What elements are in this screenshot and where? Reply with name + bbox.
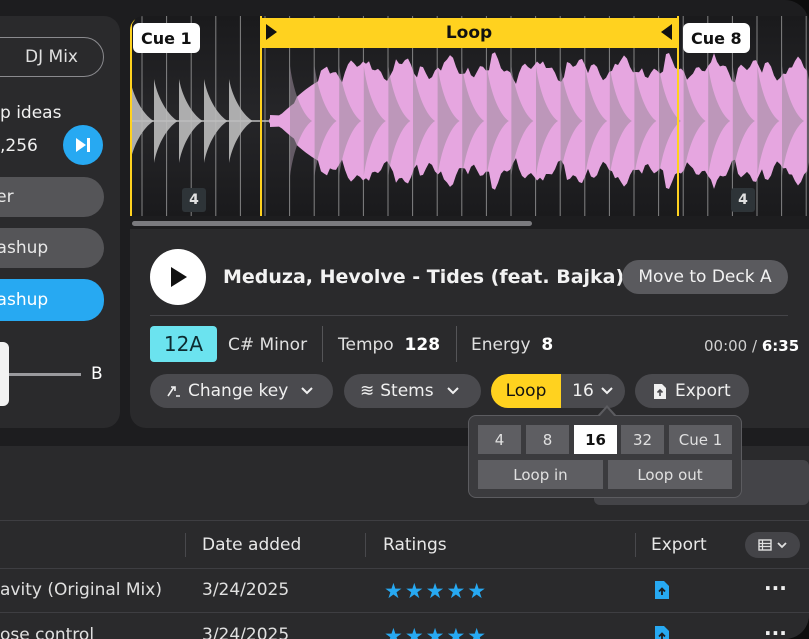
left-panel: DJ Mix p ideas ,256 ilter mashup mashup … bbox=[0, 16, 120, 428]
loop-size-value: 16 bbox=[572, 381, 594, 401]
column-separator bbox=[365, 533, 366, 557]
dj-mix-label: DJ Mix bbox=[25, 47, 78, 67]
chevron-down-icon bbox=[601, 387, 613, 395]
time-separator: / bbox=[747, 337, 762, 355]
column-export[interactable]: Export bbox=[651, 535, 707, 555]
loop-region-label: Loop bbox=[445, 23, 493, 43]
waveform-view[interactable]: Loop Cue 1 Cue 8 4 4 bbox=[130, 16, 809, 216]
crossfader-b-label: B bbox=[91, 364, 103, 384]
key-name: C# Minor bbox=[228, 335, 308, 355]
skip-next-button[interactable] bbox=[63, 125, 103, 165]
track-name-cell: ose control bbox=[0, 625, 95, 639]
loop-out-button[interactable]: Loop out bbox=[608, 460, 732, 489]
waveform-scrollbar[interactable] bbox=[132, 221, 532, 226]
loop-size-popover: 4 8 16 32 Cue 1 Loop in Loop out bbox=[468, 415, 742, 498]
chevron-down-icon bbox=[446, 387, 459, 395]
loop-start-arrow-icon bbox=[266, 24, 277, 40]
info-separator bbox=[456, 326, 457, 362]
export-file-icon[interactable] bbox=[654, 625, 670, 639]
export-file-icon bbox=[654, 383, 666, 399]
beat-marker-left: 4 bbox=[182, 188, 206, 212]
filter-button[interactable]: ilter bbox=[0, 177, 104, 217]
play-icon bbox=[171, 267, 187, 287]
ideas-label: p ideas bbox=[0, 103, 62, 123]
column-separator bbox=[185, 533, 186, 557]
loop-cue-button[interactable]: Cue 1 bbox=[669, 425, 732, 454]
tempo-value: 128 bbox=[404, 335, 441, 355]
loop-size-16[interactable]: 16 bbox=[574, 425, 617, 454]
beat-marker-right: 4 bbox=[731, 188, 755, 212]
crossfader-handle[interactable] bbox=[0, 342, 9, 406]
mashup-label: mashup bbox=[0, 238, 49, 258]
stems-button[interactable]: ≋ Stems bbox=[344, 374, 481, 408]
chevron-down-icon bbox=[776, 542, 787, 549]
energy-value: 8 bbox=[541, 335, 554, 355]
mashup-button[interactable]: mashup bbox=[0, 228, 104, 268]
key-badge: 12A bbox=[150, 326, 217, 362]
change-key-label: Change key bbox=[188, 381, 289, 401]
loop-control[interactable]: Loop 16 bbox=[491, 374, 625, 408]
mashup-active-label: mashup bbox=[0, 290, 49, 310]
chevron-down-icon bbox=[301, 387, 313, 395]
loop-size-dropdown[interactable]: 16 bbox=[561, 374, 625, 408]
mashup-active-button[interactable]: mashup bbox=[0, 279, 104, 321]
column-ratings[interactable]: Ratings bbox=[383, 535, 447, 555]
popover-arrow-inner bbox=[599, 408, 615, 417]
rating-stars[interactable]: ★★★★★ bbox=[384, 624, 488, 639]
time-total: 6:35 bbox=[761, 337, 800, 355]
time-current: 00:00 bbox=[704, 337, 748, 355]
cue-start-marker[interactable]: Cue 1 bbox=[133, 23, 200, 53]
key-shift-icon bbox=[167, 386, 180, 397]
export-file-icon[interactable] bbox=[654, 580, 670, 600]
list-view-icon bbox=[757, 539, 772, 551]
view-options-button[interactable] bbox=[745, 532, 800, 558]
loop-toggle-button[interactable]: Loop bbox=[491, 374, 561, 408]
track-name-cell: avity (Original Mix) bbox=[0, 580, 162, 600]
crossfader-track[interactable] bbox=[9, 373, 81, 376]
export-label: Export bbox=[675, 381, 731, 401]
loop-size-8[interactable]: 8 bbox=[526, 425, 569, 454]
loop-size-4[interactable]: 4 bbox=[478, 425, 521, 454]
energy-info: Energy 8 bbox=[471, 335, 553, 355]
loop-size-32[interactable]: 32 bbox=[621, 425, 664, 454]
stems-label: Stems bbox=[380, 381, 434, 401]
tempo-label: Tempo bbox=[338, 335, 394, 355]
deck-panel: Meduza, Hevolve - Tides (feat. Bajka) Mo… bbox=[130, 229, 809, 428]
skip-next-icon bbox=[76, 138, 90, 152]
rating-stars[interactable]: ★★★★★ bbox=[384, 579, 488, 603]
stems-icon: ≋ bbox=[360, 381, 375, 401]
date-cell: 3/24/2025 bbox=[202, 580, 290, 600]
filter-label: ilter bbox=[0, 187, 14, 207]
export-button[interactable]: Export bbox=[635, 374, 749, 408]
deck-divider bbox=[150, 315, 788, 316]
column-date-added[interactable]: Date added bbox=[202, 535, 301, 555]
energy-label: Energy bbox=[471, 335, 531, 355]
move-to-deck-label: Move to Deck A bbox=[638, 267, 772, 287]
date-cell: 3/24/2025 bbox=[202, 625, 290, 639]
info-separator bbox=[322, 326, 323, 362]
change-key-button[interactable]: Change key bbox=[150, 374, 333, 408]
loop-in-button[interactable]: Loop in bbox=[478, 460, 603, 489]
loop-region-bar[interactable]: Loop bbox=[260, 18, 678, 48]
table-row[interactable]: ose control 3/24/2025 ★★★★★ ··· bbox=[0, 613, 809, 639]
track-title: Meduza, Hevolve - Tides (feat. Bajka) bbox=[223, 266, 625, 288]
more-options-icon[interactable]: ··· bbox=[764, 621, 787, 639]
dj-mix-button[interactable]: DJ Mix bbox=[0, 37, 104, 77]
move-to-deck-button[interactable]: Move to Deck A bbox=[622, 260, 788, 294]
ideas-count: ,256 bbox=[0, 136, 38, 156]
cue-end-marker[interactable]: Cue 8 bbox=[683, 23, 750, 53]
play-button[interactable] bbox=[150, 249, 206, 305]
table-header: Date added Ratings Export bbox=[0, 520, 809, 569]
time-readout: 00:00 / 6:35 bbox=[704, 337, 799, 355]
more-options-icon[interactable]: ··· bbox=[764, 576, 787, 600]
column-separator bbox=[635, 533, 636, 557]
app-window: DJ Mix p ideas ,256 ilter mashup mashup … bbox=[0, 0, 809, 639]
table-row[interactable]: avity (Original Mix) 3/24/2025 ★★★★★ ··· bbox=[0, 568, 809, 612]
loop-label: Loop bbox=[505, 381, 547, 401]
loop-end-arrow-icon bbox=[661, 24, 672, 40]
tempo-info: Tempo 128 bbox=[338, 335, 440, 355]
